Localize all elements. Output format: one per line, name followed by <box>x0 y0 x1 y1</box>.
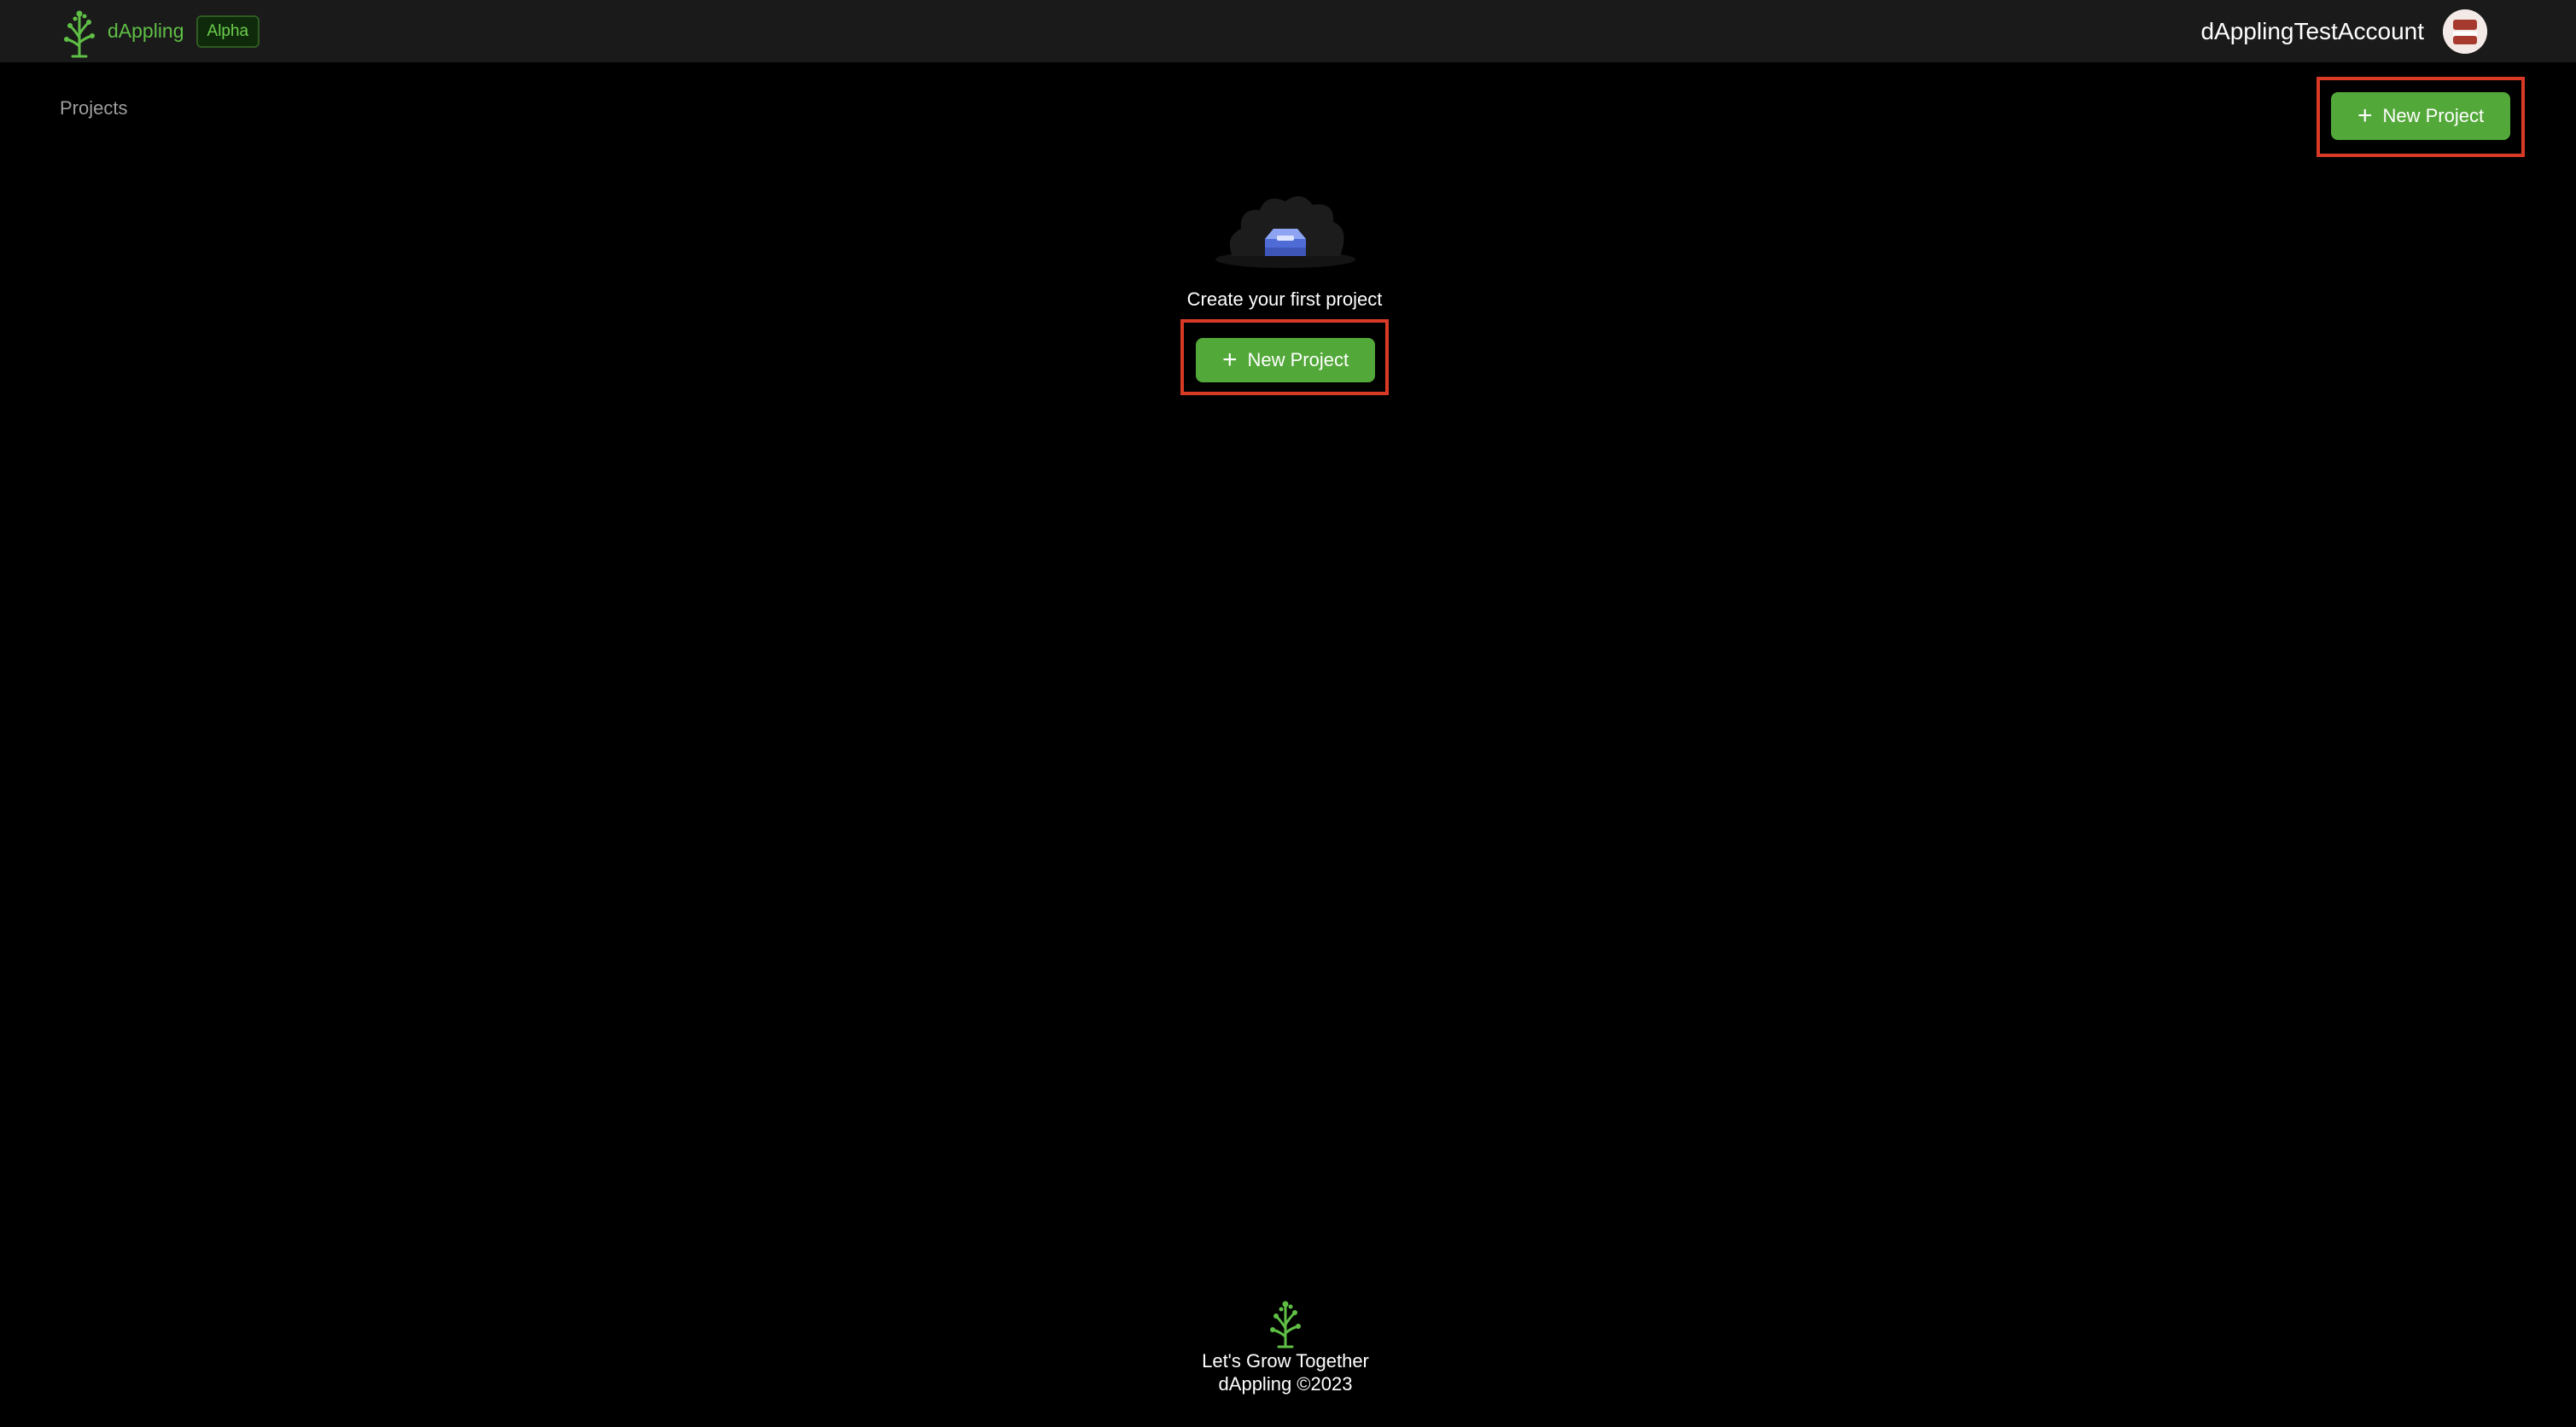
account-name[interactable]: dApplingTestAccount <box>2200 18 2424 45</box>
empty-state-new-project-label: New Project <box>1247 349 1349 370</box>
brand-name: dAppling <box>108 20 184 42</box>
brand-home-link[interactable]: dAppling Alpha <box>58 0 260 62</box>
new-project-button[interactable]: + New Project <box>2331 92 2510 140</box>
sapling-logo-icon <box>64 10 95 57</box>
top-navbar: dAppling Alpha dApplingTestAccount <box>0 0 2576 62</box>
page-title: Projects <box>60 97 128 119</box>
empty-state-message: Create your first project <box>1186 288 1383 310</box>
account-menu[interactable]: dApplingTestAccount <box>2200 0 2487 62</box>
empty-box-icon <box>1215 195 1355 268</box>
footer-copyright: dAppling ©2023 <box>1218 1373 1353 1395</box>
plus-icon: + <box>2357 102 2373 130</box>
plus-icon: + <box>1221 346 1238 374</box>
user-avatar-icon[interactable] <box>2443 9 2487 54</box>
sapling-logo-icon <box>1270 1301 1301 1348</box>
alpha-badge: Alpha <box>195 15 260 48</box>
empty-state-new-project-button[interactable]: + New Project <box>1196 338 1375 382</box>
new-project-button-label: New Project <box>2382 105 2485 126</box>
footer-tagline: Let's Grow Together <box>1202 1350 1369 1372</box>
